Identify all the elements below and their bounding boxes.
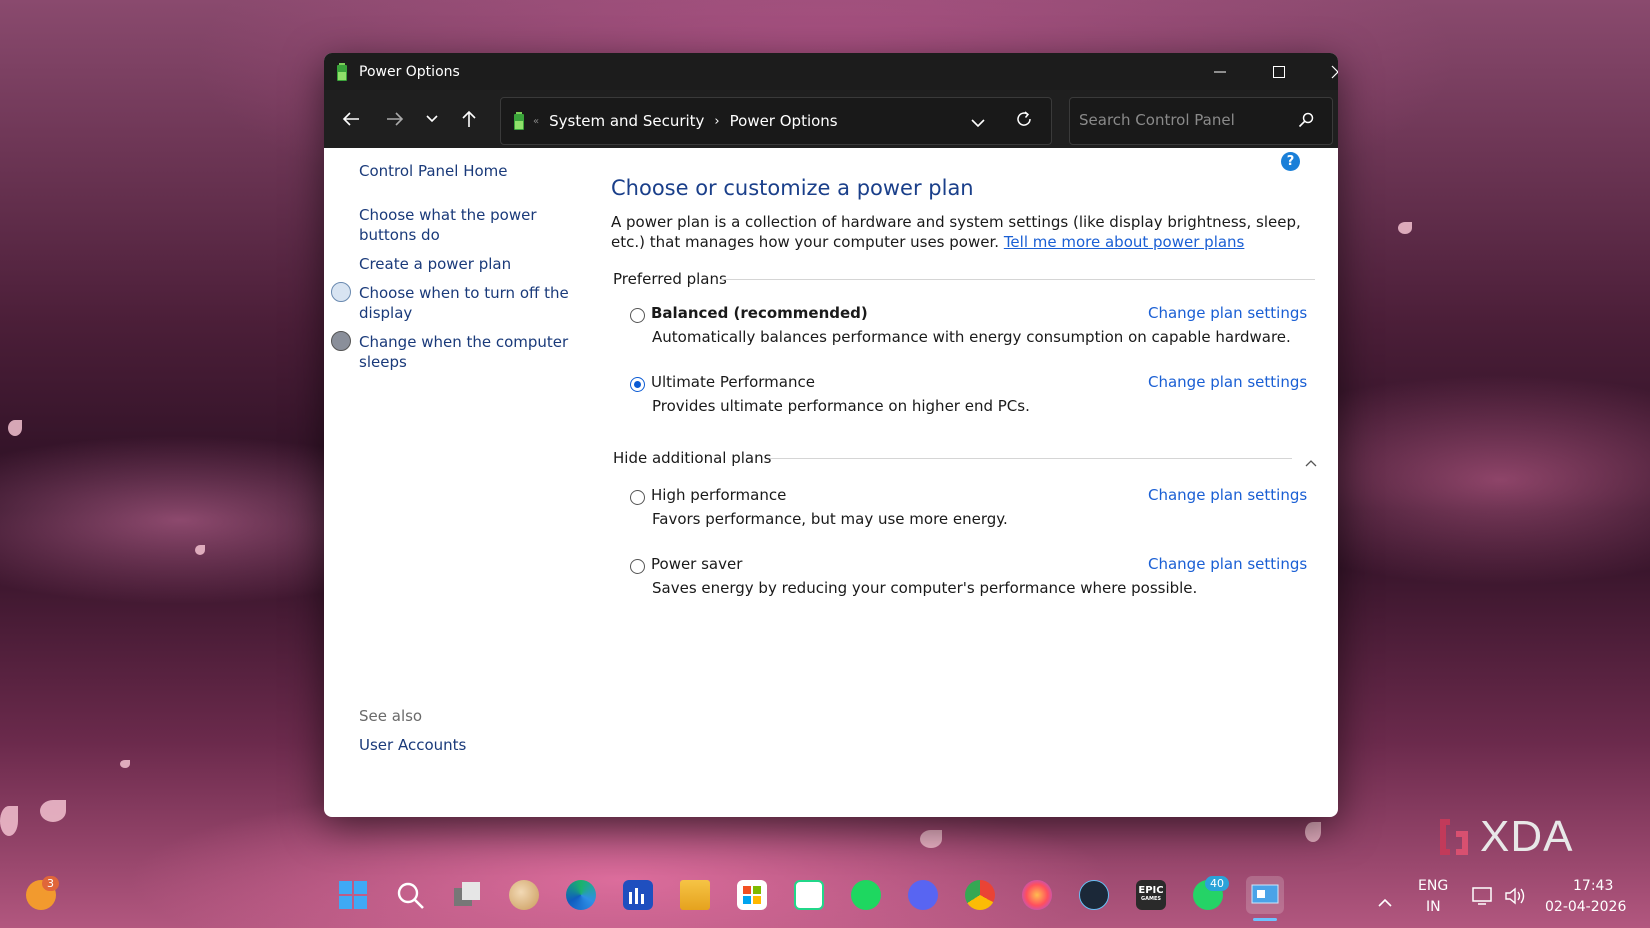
power-options-window: Power Options « System and Security › Po… xyxy=(324,53,1338,817)
file-explorer-icon[interactable] xyxy=(680,880,710,910)
maximize-icon[interactable] xyxy=(1249,53,1309,90)
ultimate-change-settings-link[interactable]: Change plan settings xyxy=(1148,373,1307,391)
collapse-chevron-icon[interactable] xyxy=(1305,452,1317,471)
balanced-change-settings-link[interactable]: Change plan settings xyxy=(1148,304,1307,322)
high-performance-radio[interactable] xyxy=(630,490,645,505)
sidebar-computer-sleeps-link[interactable]: Change when the computer sleeps xyxy=(359,332,569,372)
high-performance-plan-name: High performance xyxy=(651,486,787,504)
tell-me-more-link[interactable]: Tell me more about power plans xyxy=(1004,233,1245,251)
spotify-icon[interactable] xyxy=(851,880,881,910)
up-arrow-icon[interactable] xyxy=(455,105,483,133)
chrome-icon[interactable] xyxy=(965,880,995,910)
ultimate-performance-plan-description: Provides ultimate performance on higher … xyxy=(652,397,1030,415)
breadcrumb-system-and-security[interactable]: System and Security xyxy=(549,112,704,130)
battery-icon xyxy=(335,62,349,81)
xda-watermark: XDA xyxy=(1436,812,1573,862)
paint-palette-icon[interactable] xyxy=(509,880,539,910)
title-bar: Power Options xyxy=(324,53,1338,90)
petal-decoration xyxy=(920,830,942,848)
petal-decoration xyxy=(0,806,18,836)
hide-additional-plans-label[interactable]: Hide additional plans xyxy=(613,449,771,467)
edge-browser-icon[interactable] xyxy=(566,880,596,910)
weather-badge: 3 xyxy=(42,876,59,891)
see-also-label: See also xyxy=(359,707,423,725)
clock-date[interactable]: 02-04-2026 xyxy=(1545,899,1626,915)
page-title: Choose or customize a power plan xyxy=(611,176,974,200)
sidebar-control-panel-home[interactable]: Control Panel Home xyxy=(359,161,508,181)
volume-icon[interactable] xyxy=(1504,886,1528,910)
petal-decoration xyxy=(1398,222,1412,234)
close-icon[interactable] xyxy=(1308,53,1338,90)
active-app-indicator xyxy=(1253,918,1277,921)
discord-icon[interactable] xyxy=(908,880,938,910)
address-battery-icon xyxy=(513,112,525,130)
help-icon[interactable]: ? xyxy=(1281,152,1300,171)
pycharm-icon[interactable] xyxy=(794,880,824,910)
balanced-plan-name: Balanced (recommended) xyxy=(651,304,868,322)
recent-locations-chevron-icon[interactable] xyxy=(418,105,446,133)
petal-decoration xyxy=(195,545,205,555)
ultimate-performance-plan-name: Ultimate Performance xyxy=(651,373,815,391)
forward-arrow-icon[interactable] xyxy=(381,105,409,133)
xda-logo-icon xyxy=(1440,819,1468,855)
preferred-plans-label: Preferred plans xyxy=(613,270,727,288)
search-input[interactable]: Search Control Panel xyxy=(1079,111,1235,129)
clock-time[interactable]: 17:43 xyxy=(1573,878,1613,894)
show-hidden-icons-chevron-icon[interactable] xyxy=(1378,892,1392,911)
high-performance-change-settings-link[interactable]: Change plan settings xyxy=(1148,486,1307,504)
sidebar-turn-off-display-link[interactable]: Choose when to turn off the display xyxy=(359,283,569,323)
sidebar-create-plan-link[interactable]: Create a power plan xyxy=(359,254,511,274)
power-saver-change-settings-link[interactable]: Change plan settings xyxy=(1148,555,1307,573)
petal-decoration xyxy=(8,420,22,436)
balanced-radio[interactable] xyxy=(630,308,645,323)
epic-sublabel: GAMES xyxy=(1141,896,1161,902)
sleep-moon-icon xyxy=(331,331,351,351)
steam-icon[interactable] xyxy=(1079,880,1109,910)
minimize-icon[interactable] xyxy=(1190,53,1250,90)
petal-decoration xyxy=(40,800,66,822)
epic-label: EPIC xyxy=(1138,885,1164,896)
search-taskbar-icon[interactable] xyxy=(395,880,425,910)
xda-text: XDA xyxy=(1480,812,1574,861)
petal-decoration xyxy=(120,760,130,768)
preferred-plans-divider xyxy=(720,279,1315,280)
sidebar-user-accounts-link[interactable]: User Accounts xyxy=(359,735,466,755)
epic-games-icon[interactable]: EPIC GAMES xyxy=(1136,880,1166,910)
start-windows-icon[interactable] xyxy=(338,880,368,910)
breadcrumb-power-options[interactable]: Power Options xyxy=(730,112,838,130)
task-view-icon[interactable] xyxy=(452,880,482,910)
refresh-icon[interactable] xyxy=(1015,110,1033,132)
whatsapp-badge: 40 xyxy=(1205,876,1229,891)
search-icon[interactable] xyxy=(1298,112,1314,132)
high-performance-plan-description: Favors performance, but may use more ene… xyxy=(652,510,1008,528)
power-saver-plan-description: Saves energy by reducing your computer's… xyxy=(652,579,1198,597)
control-panel-icon[interactable] xyxy=(1246,876,1284,914)
address-bar[interactable]: « System and Security › Power Options xyxy=(500,97,1052,145)
window-title: Power Options xyxy=(359,63,460,80)
ultimate-performance-radio[interactable] xyxy=(630,377,645,392)
address-dropdown-chevron-icon[interactable] xyxy=(971,113,985,132)
petal-decoration xyxy=(1305,822,1321,842)
power-saver-radio[interactable] xyxy=(630,559,645,574)
sidebar-power-buttons-link[interactable]: Choose what the power buttons do xyxy=(359,205,549,245)
display-clock-icon xyxy=(331,282,351,302)
language-indicator[interactable]: ENG xyxy=(1418,878,1448,894)
additional-plans-divider xyxy=(770,458,1292,459)
page-description: A power plan is a collection of hardware… xyxy=(611,212,1311,252)
breadcrumb-separator-icon: › xyxy=(714,113,720,129)
back-arrow-icon[interactable] xyxy=(337,105,365,133)
microsoft-store-icon[interactable] xyxy=(737,880,767,910)
region-indicator[interactable]: IN xyxy=(1426,899,1441,915)
power-saver-plan-name: Power saver xyxy=(651,555,743,573)
search-box[interactable]: Search Control Panel xyxy=(1069,97,1333,145)
firefox-icon[interactable] xyxy=(1022,880,1052,910)
breadcrumb-overflow-icon[interactable]: « xyxy=(533,116,539,127)
balanced-plan-description: Automatically balances performance with … xyxy=(652,328,1291,346)
audio-app-icon[interactable] xyxy=(623,880,653,910)
network-icon[interactable] xyxy=(1472,886,1494,910)
